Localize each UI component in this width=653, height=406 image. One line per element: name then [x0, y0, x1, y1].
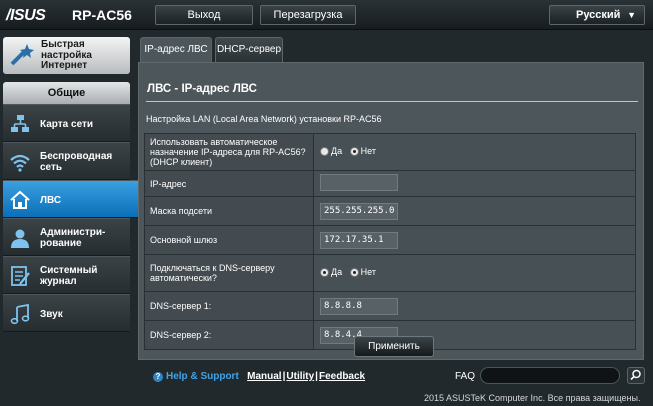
radio-button[interactable]	[349, 146, 359, 156]
sidebar-item-label: Карта сети	[40, 118, 94, 130]
sidebar-item-network-map[interactable]: Карта сети	[3, 104, 130, 142]
table-row: Маска подсети 255.255.255.0	[144, 196, 636, 226]
sidebar-item-label: ЛВС	[40, 194, 62, 206]
auto-ip-no-radio[interactable]: Нет	[349, 146, 376, 157]
table-row: IP-адрес	[144, 170, 636, 197]
copyright-text: 2015 ASUSTeK Computer Inc. Все права защ…	[424, 393, 641, 403]
language-value: Русский	[576, 9, 621, 21]
auto-ip-label: Использовать автоматическое назначение I…	[144, 133, 314, 171]
table-row: DNS-сервер 1: 8.8.8.8	[144, 291, 636, 321]
sidebar-item-administration[interactable]: Администри-рование	[3, 218, 130, 256]
log-icon	[11, 266, 30, 286]
radio-label: Да	[331, 267, 343, 278]
radio-button[interactable]	[320, 267, 329, 277]
dns2-label: DNS-сервер 2:	[144, 320, 314, 350]
auto-ip-options: Да Нет	[313, 133, 636, 171]
home-icon	[10, 190, 30, 209]
logout-button[interactable]: Выход	[155, 5, 253, 25]
faq-search-button[interactable]	[627, 367, 645, 384]
ip-address-field[interactable]	[320, 174, 398, 191]
language-select[interactable]: Русский ▼	[549, 5, 645, 25]
quick-setup-label: Быстрая настройка Интернет	[41, 39, 92, 71]
top-bar: /ISUS RP-AC56 Выход Перезагрузка Русский…	[0, 0, 653, 30]
subnet-mask-label: Маска подсети	[144, 196, 314, 226]
radio-label: Нет	[360, 146, 376, 157]
reboot-button[interactable]: Перезагрузка	[260, 5, 356, 25]
manual-link[interactable]: Manual	[247, 371, 281, 382]
main-panel: ЛВС - IP-адрес ЛВС Настройка LAN (Local …	[138, 62, 644, 360]
feedback-link[interactable]: Feedback	[319, 371, 365, 382]
gateway-label: Основной шлюз	[144, 225, 314, 255]
asus-logo: /ISUS	[6, 7, 46, 24]
dns1-label: DNS-сервер 1:	[144, 291, 314, 321]
quick-internet-setup[interactable]: Быстрая настройка Интернет	[3, 37, 130, 74]
dns-auto-label: Подключаться к DNS-серверу автоматически…	[144, 254, 314, 292]
gateway-field[interactable]: 172.17.35.1	[320, 231, 398, 249]
table-row: Основной шлюз 172.17.35.1	[144, 225, 636, 255]
separator: |	[282, 371, 286, 382]
table-row: Использовать автоматическое назначение I…	[144, 133, 636, 171]
subnet-mask-field[interactable]: 255.255.255.0	[320, 202, 398, 220]
radio-label: Да	[331, 146, 343, 157]
radio-button[interactable]	[320, 146, 329, 156]
page-title: ЛВС - IP-адрес ЛВС	[147, 83, 257, 95]
network-map-icon	[11, 115, 29, 132]
sidebar-item-wireless[interactable]: Беспроводная сеть	[3, 142, 130, 180]
utility-link[interactable]: Utility	[286, 371, 314, 382]
search-icon	[630, 369, 641, 381]
dns-auto-options: Да Нет	[313, 254, 636, 292]
sidebar-menu: Карта сети Беспроводная сеть ЛВС Админис…	[3, 104, 146, 332]
page-description: Настройка LAN (Local Area Network) устан…	[146, 114, 382, 124]
sidebar-item-label: Администри-рование	[40, 227, 106, 249]
sidebar-item-system-log[interactable]: Системный журнал	[3, 256, 130, 294]
dropdown-arrow-icon: ▼	[627, 10, 636, 20]
help-support-link[interactable]: Help & Support	[166, 371, 239, 382]
sidebar-item-label: Системный журнал	[40, 265, 98, 287]
radio-button[interactable]	[349, 267, 359, 277]
tab-lan-ip[interactable]: IP-адрес ЛВС	[140, 37, 212, 62]
title-divider	[146, 101, 638, 102]
magic-wand-icon	[10, 44, 34, 66]
table-row: Подключаться к DNS-серверу автоматически…	[144, 254, 636, 292]
tab-dhcp-server[interactable]: DHCP-сервер	[215, 37, 283, 62]
auto-ip-yes-radio[interactable]: Да	[320, 146, 342, 156]
admin-user-icon	[11, 229, 29, 248]
sidebar-section-general: Общие	[3, 82, 130, 104]
help-icon: ?	[153, 372, 163, 382]
sidebar-item-lan[interactable]: ЛВС	[3, 180, 146, 218]
wifi-icon	[10, 154, 30, 172]
settings-table: Использовать автоматическое назначение I…	[144, 133, 636, 350]
sidebar-item-sound[interactable]: Звук	[3, 294, 130, 332]
apply-button[interactable]: Применить	[354, 336, 434, 357]
faq-search-input[interactable]	[480, 367, 620, 384]
help-support-bar: ? Help & Support Manual|Utility|Feedback	[153, 371, 365, 382]
dns1-field[interactable]: 8.8.8.8	[320, 297, 398, 315]
radio-label: Нет	[360, 267, 376, 278]
sidebar-item-label: Беспроводная сеть	[40, 151, 113, 173]
dns-auto-no-radio[interactable]: Нет	[349, 267, 376, 278]
music-note-icon	[10, 303, 30, 325]
faq-label: FAQ	[455, 371, 476, 382]
sidebar-item-label: Звук	[40, 308, 63, 320]
ip-address-label: IP-адрес	[144, 170, 314, 197]
dns-auto-yes-radio[interactable]: Да	[320, 267, 342, 277]
separator: |	[315, 371, 318, 382]
model-name: RP-AC56	[72, 7, 132, 23]
